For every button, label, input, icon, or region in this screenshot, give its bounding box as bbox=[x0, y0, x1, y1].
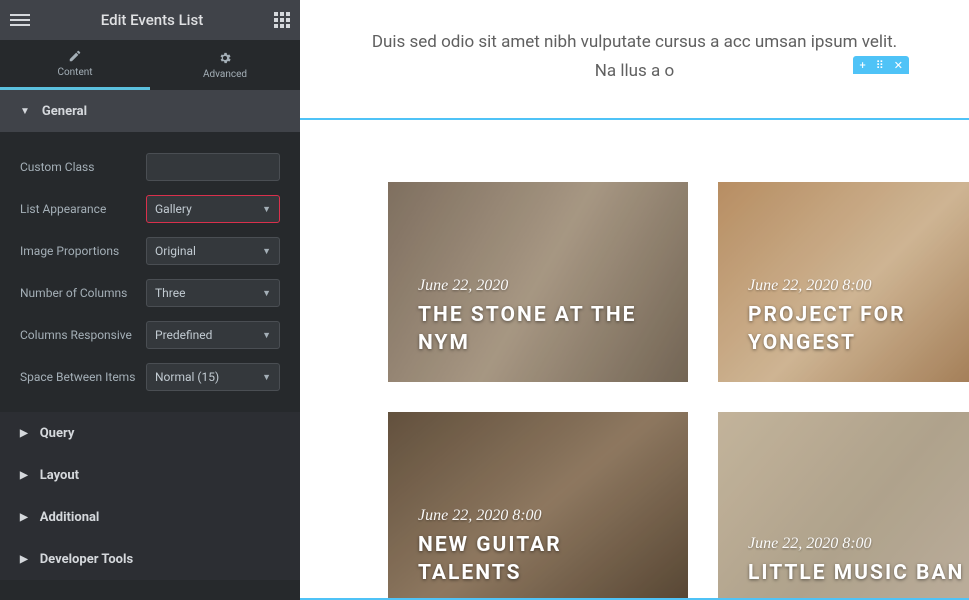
sidebar-header: Edit Events List bbox=[0, 0, 300, 40]
chevron-down-icon: ▼ bbox=[262, 288, 271, 299]
select-space-between-value: Normal (15) bbox=[155, 370, 219, 384]
event-date: June 22, 2020 8:00 bbox=[418, 507, 658, 525]
chevron-down-icon: ▼ bbox=[262, 372, 271, 383]
label-image-proportions: Image Proportions bbox=[20, 244, 146, 258]
select-image-proportions-value: Original bbox=[155, 244, 196, 258]
panel-body: ▼ General Custom Class List Appearance G… bbox=[0, 90, 300, 600]
preview-canvas: Duis sed odio sit amet nibh vulputate cu… bbox=[300, 0, 969, 600]
select-columns-responsive-value: Predefined bbox=[155, 328, 212, 342]
label-num-columns: Number of Columns bbox=[20, 286, 146, 300]
section-additional-label: Additional bbox=[40, 510, 100, 525]
panel-title: Edit Events List bbox=[30, 11, 274, 29]
section-devtools-label: Developer Tools bbox=[40, 552, 133, 567]
close-section-icon[interactable]: ✕ bbox=[894, 60, 903, 71]
section-layout-label: Layout bbox=[40, 468, 79, 483]
input-custom-class[interactable] bbox=[146, 153, 280, 181]
label-columns-responsive: Columns Responsive bbox=[20, 328, 146, 342]
event-title: THE STONE AT THE NYM bbox=[418, 301, 658, 358]
control-image-proportions: Image Proportions Original ▼ bbox=[20, 230, 280, 272]
event-title: NEW GUITAR TALENTS bbox=[418, 531, 658, 588]
label-list-appearance: List Appearance bbox=[20, 202, 146, 216]
gear-icon bbox=[218, 51, 232, 65]
tab-content-label: Content bbox=[57, 67, 92, 78]
section-devtools[interactable]: ▶ Developer Tools bbox=[0, 538, 300, 580]
gallery-container: June 22, 2020 THE STONE AT THE NYM June … bbox=[300, 118, 969, 600]
control-custom-class: Custom Class bbox=[20, 146, 280, 188]
drag-section-icon[interactable]: ⠿ bbox=[876, 60, 884, 71]
event-title: PROJECT FOR YONGEST bbox=[748, 301, 969, 358]
select-space-between[interactable]: Normal (15) ▼ bbox=[146, 363, 280, 391]
section-general[interactable]: ▼ General bbox=[0, 90, 300, 132]
pencil-icon bbox=[68, 49, 82, 63]
section-additional[interactable]: ▶ Additional bbox=[0, 496, 300, 538]
event-date: June 22, 2020 8:00 bbox=[748, 535, 969, 553]
caret-right-icon: ▶ bbox=[20, 554, 28, 565]
lorem-text: Duis sed odio sit amet nibh vulputate cu… bbox=[300, 0, 969, 106]
event-title: LITTLE MUSIC BAN bbox=[748, 559, 969, 587]
section-layout[interactable]: ▶ Layout bbox=[0, 454, 300, 496]
control-space-between: Space Between Items Normal (15) ▼ bbox=[20, 356, 280, 398]
apps-icon[interactable] bbox=[274, 12, 290, 28]
section-general-label: General bbox=[42, 104, 87, 119]
event-card[interactable]: June 22, 2020 8:00 PROJECT FOR YONGEST bbox=[718, 182, 969, 382]
tab-content[interactable]: Content bbox=[0, 40, 150, 90]
tabs: Content Advanced bbox=[0, 40, 300, 90]
control-columns-responsive: Columns Responsive Predefined ▼ bbox=[20, 314, 280, 356]
menu-icon[interactable] bbox=[10, 14, 30, 26]
caret-right-icon: ▶ bbox=[20, 470, 28, 481]
select-num-columns[interactable]: Three ▼ bbox=[146, 279, 280, 307]
chevron-down-icon: ▼ bbox=[262, 204, 271, 215]
control-list-appearance: List Appearance Gallery ▼ bbox=[20, 188, 280, 230]
caret-right-icon: ▶ bbox=[20, 428, 28, 439]
select-list-appearance[interactable]: Gallery ▼ bbox=[146, 195, 280, 223]
label-space-between: Space Between Items bbox=[20, 370, 146, 384]
tab-advanced-label: Advanced bbox=[203, 69, 247, 80]
section-query-label: Query bbox=[40, 426, 75, 441]
select-columns-responsive[interactable]: Predefined ▼ bbox=[146, 321, 280, 349]
editor-sidebar: Edit Events List Content Advanced ▼ Gene… bbox=[0, 0, 300, 600]
caret-right-icon: ▶ bbox=[20, 512, 28, 523]
section-query[interactable]: ▶ Query bbox=[0, 412, 300, 454]
event-card[interactable]: June 22, 2020 8:00 NEW GUITAR TALENTS bbox=[388, 412, 688, 600]
events-gallery: June 22, 2020 THE STONE AT THE NYM June … bbox=[388, 120, 969, 600]
chevron-down-icon: ▼ bbox=[262, 330, 271, 341]
select-list-appearance-value: Gallery bbox=[155, 202, 192, 216]
caret-down-icon: ▼ bbox=[20, 106, 30, 117]
control-num-columns: Number of Columns Three ▼ bbox=[20, 272, 280, 314]
section-general-body: Custom Class List Appearance Gallery ▼ I… bbox=[0, 132, 300, 412]
event-date: June 22, 2020 bbox=[418, 277, 658, 295]
select-num-columns-value: Three bbox=[155, 286, 185, 300]
event-card[interactable]: June 22, 2020 8:00 LITTLE MUSIC BAN bbox=[718, 412, 969, 600]
chevron-down-icon: ▼ bbox=[262, 246, 271, 257]
select-image-proportions[interactable]: Original ▼ bbox=[146, 237, 280, 265]
add-section-icon[interactable]: + bbox=[859, 60, 865, 71]
label-custom-class: Custom Class bbox=[20, 160, 146, 174]
section-toolbar: + ⠿ ✕ bbox=[853, 56, 909, 74]
tab-advanced[interactable]: Advanced bbox=[150, 40, 300, 90]
event-card[interactable]: June 22, 2020 THE STONE AT THE NYM bbox=[388, 182, 688, 382]
event-date: June 22, 2020 8:00 bbox=[748, 277, 969, 295]
